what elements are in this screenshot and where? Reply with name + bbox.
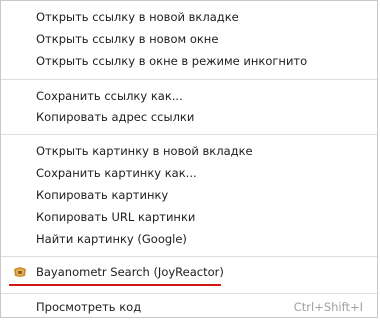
menu-item-search-image-google[interactable]: Найти картинку (Google) [1, 228, 377, 250]
menu-item-copy-image-url[interactable]: Копировать URL картинки [1, 206, 377, 228]
menu-item-label: Найти картинку (Google) [36, 232, 187, 246]
menu-separator [1, 293, 377, 294]
menu-item-label: Bayanometr Search (JoyReactor) [36, 265, 224, 279]
menu-item-label: Сохранить ссылку как... [36, 89, 183, 103]
menu-item-label: Открыть картинку в новой вкладке [36, 144, 253, 158]
menu-item-label: Копировать адрес ссылки [36, 110, 195, 124]
menu-item-open-link-new-window[interactable]: Открыть ссылку в новом окне [1, 28, 377, 50]
menu-item-inspect[interactable]: Просмотреть код Ctrl+Shift+I [1, 296, 377, 318]
menu-separator [1, 79, 377, 80]
menu-item-open-link-incognito[interactable]: Открыть ссылку в окне в режиме инкогнито [1, 50, 377, 72]
menu-item-open-link-new-tab[interactable]: Открыть ссылку в новой вкладке [1, 6, 377, 28]
menu-item-label: Сохранить картинку как... [36, 166, 197, 180]
menu-item-label: Копировать URL картинки [36, 210, 196, 224]
extension-icon [14, 267, 26, 277]
menu-item-label: Открыть ссылку в новом окне [36, 32, 219, 46]
context-menu: Открыть ссылку в новой вкладке Открыть с… [0, 0, 378, 318]
menu-item-save-link-as[interactable]: Сохранить ссылку как... [1, 85, 377, 107]
menu-item-copy-link-address[interactable]: Копировать адрес ссылки [1, 106, 377, 128]
menu-item-label: Открыть ссылку в новой вкладке [36, 10, 239, 24]
shortcut-hint: Ctrl+Shift+I [293, 300, 363, 314]
menu-item-open-image-new-tab[interactable]: Открыть картинку в новой вкладке [1, 140, 377, 162]
menu-item-label: Открыть ссылку в окне в режиме инкогнито [36, 54, 308, 68]
menu-item-bayanometr-search[interactable]: Bayanometr Search (JoyReactor) [1, 261, 377, 283]
menu-item-label: Копировать картинку [36, 188, 169, 202]
menu-separator [1, 134, 377, 135]
menu-item-label: Просмотреть код [36, 300, 142, 314]
menu-item-copy-image[interactable]: Копировать картинку [1, 184, 377, 206]
menu-item-save-image-as[interactable]: Сохранить картинку как... [1, 162, 377, 184]
highlight-underline [9, 284, 221, 286]
menu-separator [1, 256, 377, 257]
